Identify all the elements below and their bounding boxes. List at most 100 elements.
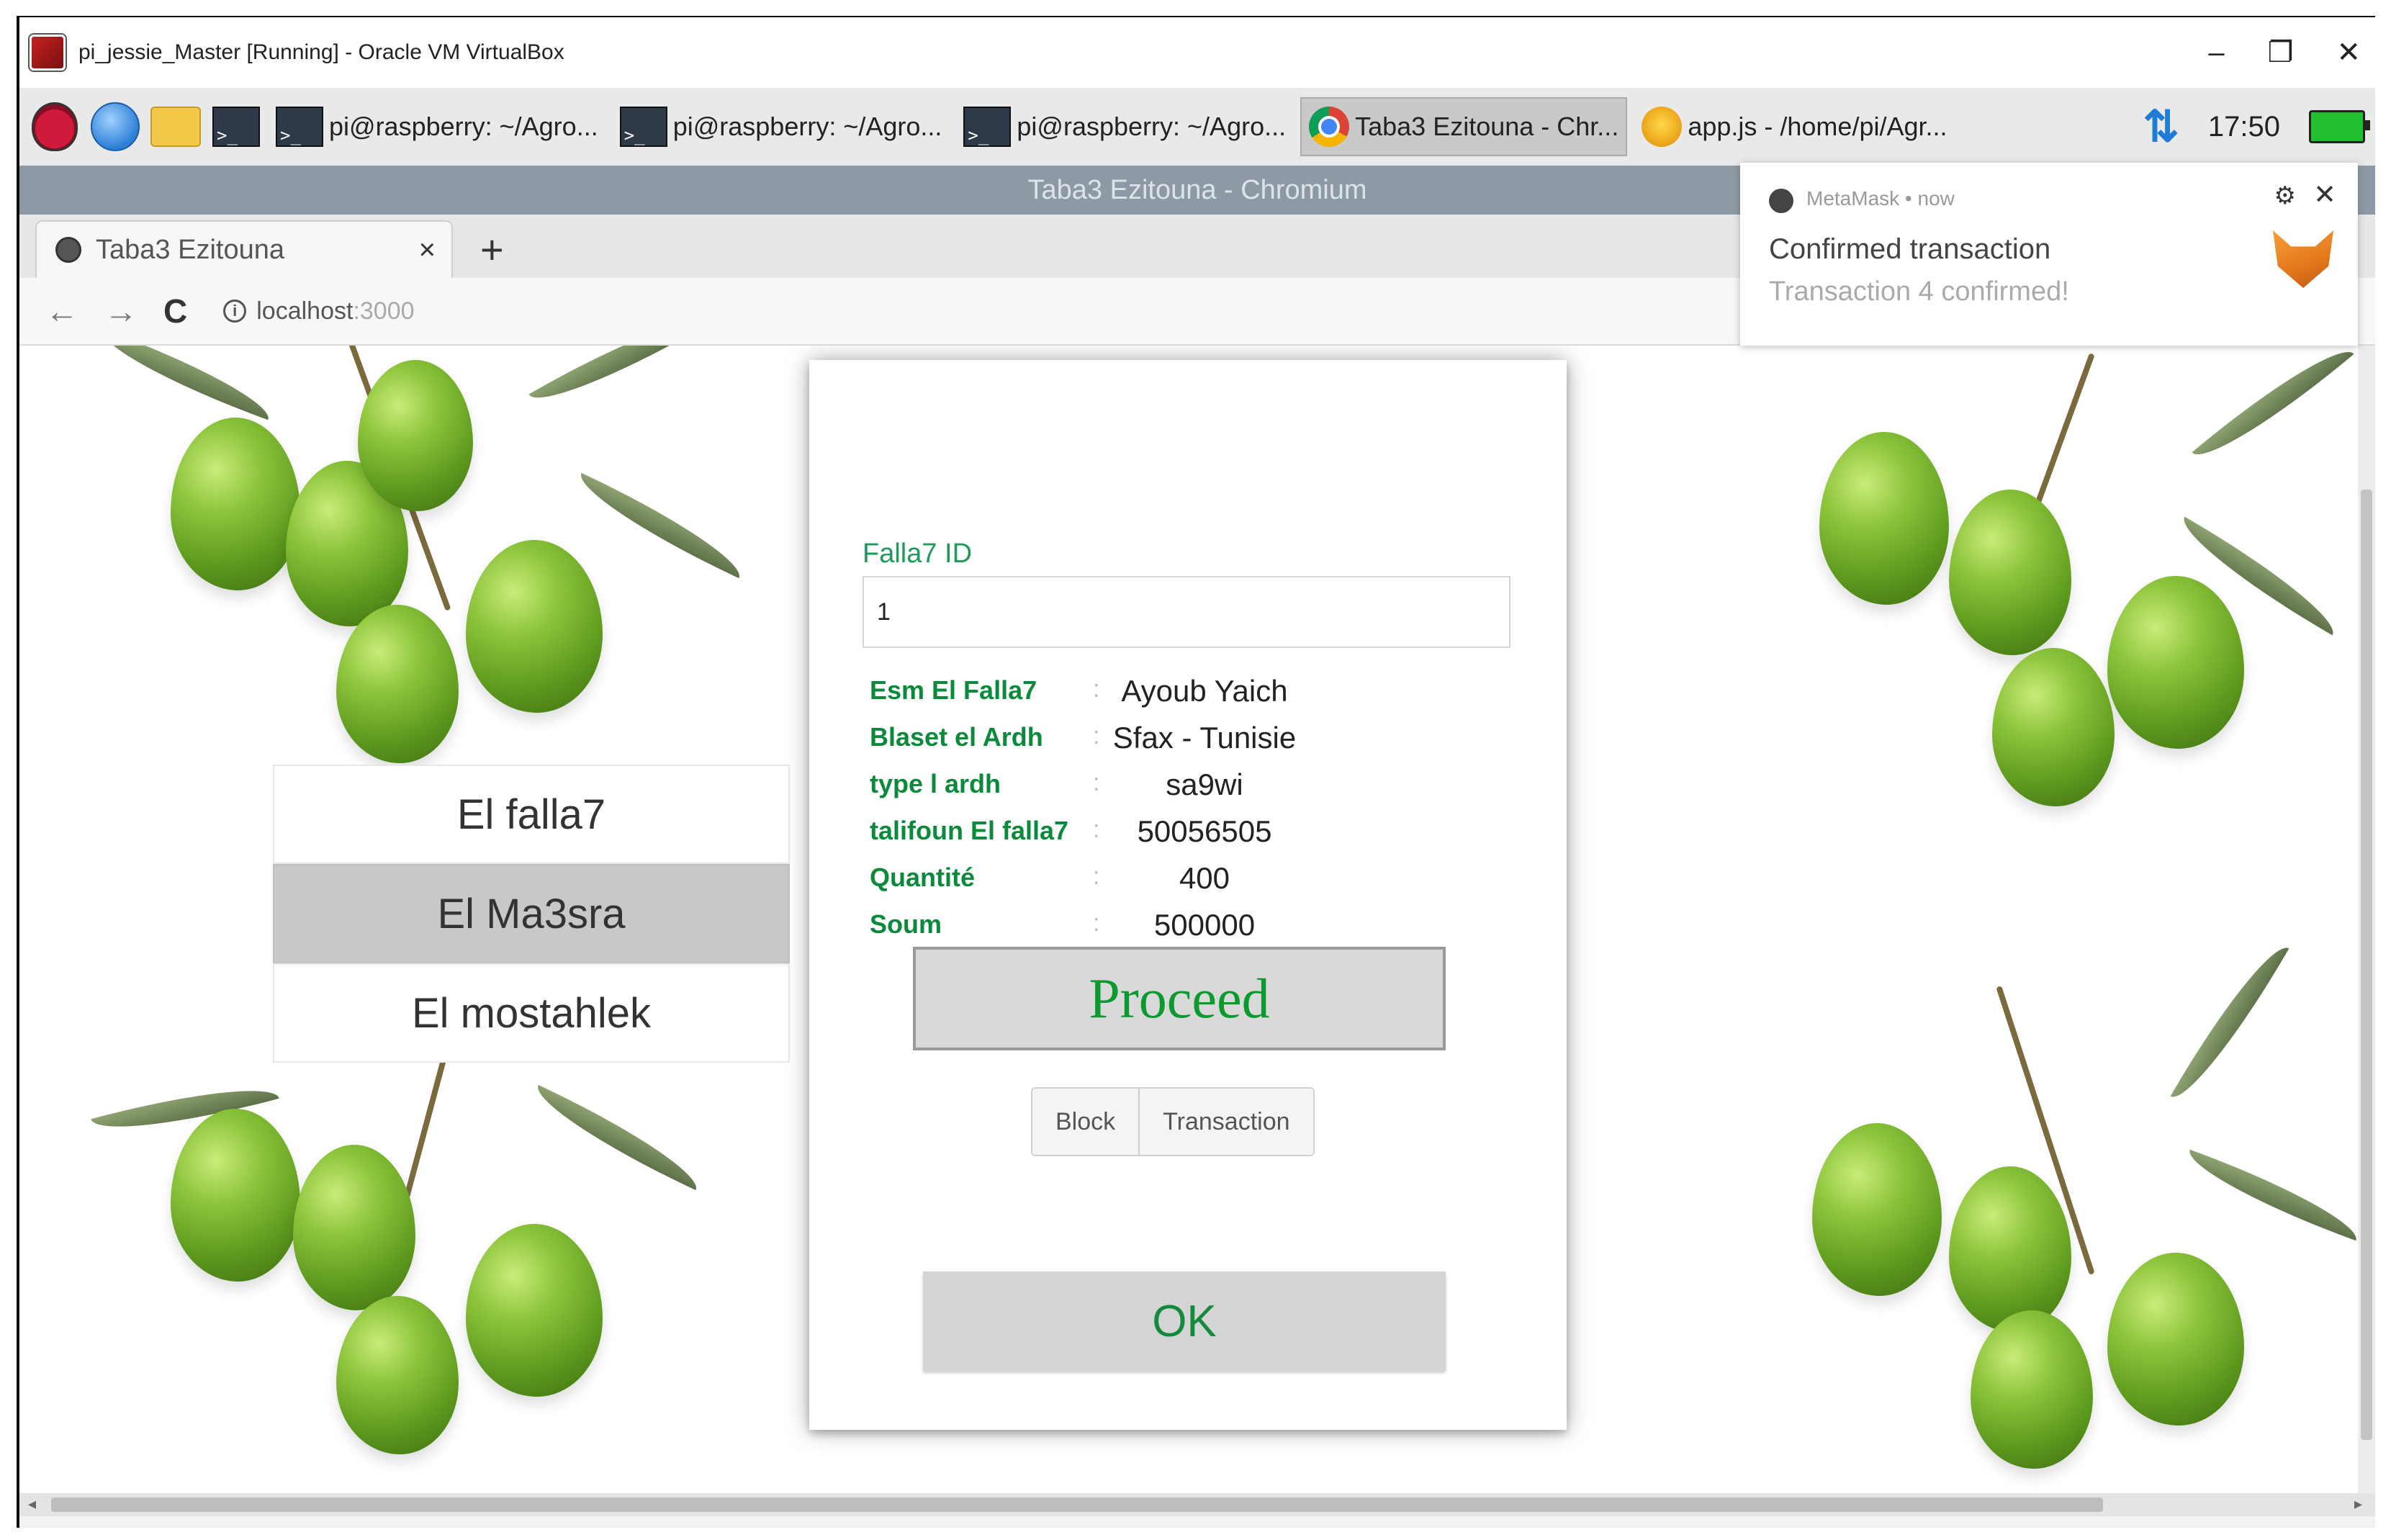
notification-title: Confirmed transaction (1769, 233, 2051, 265)
globe-icon (55, 237, 81, 263)
screenshot-frame: pi_jessie_Master [Running] - Oracle VM V… (17, 16, 2375, 1528)
taskbar-item-label: pi@raspberry: ~/Agro... (672, 112, 942, 141)
desktop-taskbar: >_ >_ pi@raspberry: ~/Agro... >_ pi@rasp… (19, 88, 2375, 167)
taskbar-item-label: Taba3 Ezitouna - Chr... (1355, 112, 1619, 141)
info-row-land-type: type l ardh : sa9wi (870, 763, 1518, 810)
virtualbox-title-bar: pi_jessie_Master [Running] - Oracle VM V… (19, 17, 2375, 88)
url-port: :3000 (353, 297, 415, 325)
info-key: Soum (870, 909, 942, 939)
scroll-right-arrow-icon[interactable]: ▸ (2354, 1495, 2362, 1513)
terminal-icon: >_ (963, 107, 1012, 147)
terminal-icon: >_ (212, 107, 260, 147)
info-key: talifoun El falla7 (870, 816, 1069, 845)
info-row-price: Soum : 500000 (870, 904, 1518, 950)
side-menu: El falla7 El Ma3sra El mostahlek (273, 765, 790, 1063)
info-key: Quantité (870, 863, 976, 892)
forward-button[interactable]: → (104, 292, 138, 330)
web-browser-launcher[interactable] (90, 102, 140, 152)
info-value: sa9wi (1166, 767, 1243, 801)
taskbar-item-terminal-3[interactable]: >_ pi@raspberry: ~/Agro... (956, 97, 1293, 156)
olive-branch-image (1733, 934, 2358, 1483)
taskbar-item-label: app.js - /home/pi/Agr... (1688, 112, 1948, 141)
folder-icon (150, 107, 201, 147)
info-separator: : (1093, 816, 1100, 843)
olive-branch-image (91, 346, 768, 778)
falla7-id-input[interactable] (863, 576, 1510, 648)
gear-icon[interactable]: ⚙ (2274, 181, 2296, 210)
virtualbox-window-title: pi_jessie_Master [Running] - Oracle VM V… (78, 40, 564, 64)
info-value: Ayoub Yaich (1121, 674, 1288, 708)
system-tray: ⇅ 17:50 (2143, 88, 2370, 166)
raspberry-menu-button[interactable] (30, 102, 80, 152)
reload-button[interactable]: C (163, 292, 187, 330)
farmer-info-list: Esm El Falla7 : Ayoub Yaich Blaset el Ar… (870, 670, 1518, 950)
info-value: 400 (1179, 861, 1230, 895)
ok-button[interactable]: OK (923, 1271, 1446, 1371)
minimize-button[interactable]: – (2208, 37, 2224, 69)
taskbar-item-geany[interactable]: app.js - /home/pi/Agr... (1634, 97, 1954, 156)
info-row-phone: talifoun El falla7 : 50056505 (870, 810, 1518, 857)
info-row-name: Esm El Falla7 : Ayoub Yaich (870, 670, 1518, 716)
close-button[interactable]: ✕ (2336, 36, 2361, 69)
new-tab-button[interactable]: + (480, 226, 504, 273)
address-bar[interactable]: i localhost:3000 (223, 297, 415, 325)
chromium-icon (1769, 189, 1793, 213)
block-button[interactable]: Block (1032, 1089, 1139, 1155)
info-key: Blaset el Ardh (870, 722, 1043, 752)
info-separator: : (1093, 722, 1100, 749)
info-value: 500000 (1153, 908, 1256, 942)
notification-source: MetaMask • now (1806, 187, 1955, 210)
tab-title: Taba3 Ezitouna (96, 234, 284, 265)
web-page: El falla7 El Ma3sra El mostahlek Falla7 … (19, 346, 2358, 1493)
file-manager-launcher[interactable] (150, 102, 201, 152)
chromium-icon (1309, 107, 1350, 147)
close-icon[interactable]: ✕ (2313, 179, 2336, 211)
olive-branch-image (91, 1037, 754, 1493)
horizontal-scrollbar[interactable]: ◂ ▸ (19, 1493, 2375, 1516)
transaction-button[interactable]: Transaction (1138, 1089, 1313, 1155)
terminal-launcher[interactable]: >_ (211, 102, 261, 152)
scroll-left-arrow-icon[interactable]: ◂ (28, 1495, 36, 1513)
terminal-icon: >_ (619, 107, 667, 147)
taskbar-item-terminal-1[interactable]: >_ pi@raspberry: ~/Agro... (269, 97, 605, 156)
geany-icon (1642, 107, 1683, 147)
taskbar-item-chromium[interactable]: Taba3 Ezitouna - Chr... (1300, 97, 1628, 156)
terminal-icon: >_ (276, 107, 323, 147)
menu-item-el-falla7[interactable]: El falla7 (273, 765, 790, 864)
chromium-window-title: Taba3 Ezitouna - Chromium (1027, 174, 1367, 205)
close-tab-icon[interactable]: × (419, 234, 436, 266)
olive-branch-image (1733, 346, 2358, 806)
info-value: Sfax - Tunisie (1112, 721, 1297, 755)
proceed-button[interactable]: Proceed (913, 947, 1446, 1050)
info-row-quantity: Quantité : 400 (870, 857, 1518, 904)
metamask-fox-icon (2273, 230, 2333, 288)
back-button[interactable]: ← (45, 292, 78, 330)
taskbar-item-label: pi@raspberry: ~/Agro... (1017, 112, 1287, 141)
vertical-scrollbar-thumb[interactable] (2361, 490, 2372, 1440)
taskbar-item-terminal-2[interactable]: >_ pi@raspberry: ~/Agro... (613, 97, 950, 156)
info-key: type l ardh (870, 769, 1001, 798)
info-separator: : (1093, 675, 1100, 703)
battery-icon[interactable] (2309, 110, 2370, 143)
restore-button[interactable]: ❐ (2268, 36, 2294, 69)
info-key: Esm El Falla7 (870, 675, 1037, 705)
url-host: localhost (256, 297, 354, 325)
farmer-details-dialog: Falla7 ID Esm El Falla7 : Ayoub Yaich Bl… (809, 360, 1567, 1430)
horizontal-scrollbar-thumb[interactable] (51, 1498, 2103, 1512)
notification-body: Transaction 4 confirmed! (1769, 276, 2069, 307)
info-icon[interactable]: i (223, 300, 247, 323)
menu-item-el-mostahlek[interactable]: El mostahlek (273, 963, 790, 1063)
virtualbox-icon (30, 35, 66, 71)
info-separator: : (1093, 909, 1100, 937)
block-transaction-toggle: Block Transaction (1031, 1087, 1315, 1156)
virtual-machine-screen: pi_jessie_Master [Running] - Oracle VM V… (19, 17, 2375, 1528)
tab-taba3-ezitouna[interactable]: Taba3 Ezitouna × (35, 220, 453, 278)
network-icon[interactable]: ⇅ (2143, 102, 2179, 152)
menu-item-el-ma3sra[interactable]: El Ma3sra (273, 864, 790, 963)
raspberry-icon (32, 102, 78, 151)
vertical-scrollbar[interactable] (2358, 346, 2375, 1493)
metamask-notification[interactable]: MetaMask • now ⚙ ✕ Confirmed transaction… (1740, 163, 2358, 346)
clock: 17:50 (2207, 110, 2280, 143)
falla7-id-label: Falla7 ID (863, 539, 973, 569)
window-controls: – ❐ ✕ (2208, 17, 2361, 88)
